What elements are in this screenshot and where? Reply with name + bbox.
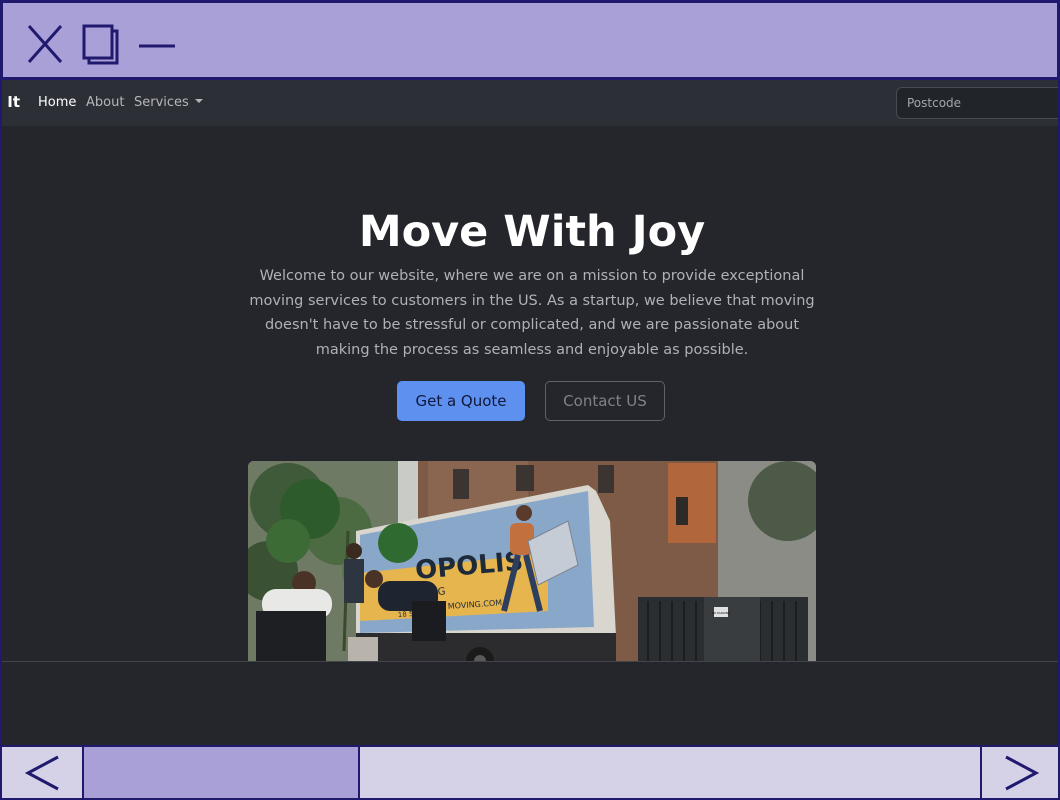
- close-icon[interactable]: [23, 18, 67, 68]
- scrollbar-thumb[interactable]: [84, 747, 360, 798]
- browser-viewport: e It Home About Services Move With Joy W…: [0, 80, 1060, 745]
- nav-link-home[interactable]: Home: [38, 94, 76, 112]
- nav-link-about[interactable]: About: [86, 94, 124, 112]
- maximize-icon[interactable]: [79, 18, 123, 68]
- bottom-navigation-bar: [0, 745, 1060, 800]
- site-navbar: e It Home About Services: [2, 80, 1058, 126]
- page-lower-section: [2, 662, 1058, 745]
- get-quote-button[interactable]: Get a Quote: [397, 381, 525, 421]
- contact-us-button[interactable]: Contact US: [545, 381, 665, 421]
- window-titlebar: [0, 0, 1060, 80]
- hero-image-sign-text: NO PARKING: [712, 611, 731, 615]
- chevron-right-icon[interactable]: [980, 747, 1060, 798]
- caret-down-icon: [194, 98, 203, 103]
- scrollbar-track[interactable]: [360, 747, 978, 798]
- chevron-left-icon[interactable]: [2, 747, 84, 798]
- nav-link-services[interactable]: Services: [134, 94, 203, 112]
- hero-description: Welcome to our website, where we are on …: [249, 268, 815, 358]
- brand-logo-text[interactable]: e It: [2, 91, 20, 113]
- minimize-icon[interactable]: [135, 18, 179, 68]
- hero-title: Move With Joy: [358, 207, 706, 257]
- postcode-input[interactable]: [896, 87, 1058, 119]
- hero-image-truck-sub: G: [437, 586, 446, 598]
- nav-link-services-label: Services: [134, 95, 189, 110]
- hero-image-moving-truck: NO PARKING OPOLIS G 18 520 • M MOVING.CO…: [248, 461, 816, 671]
